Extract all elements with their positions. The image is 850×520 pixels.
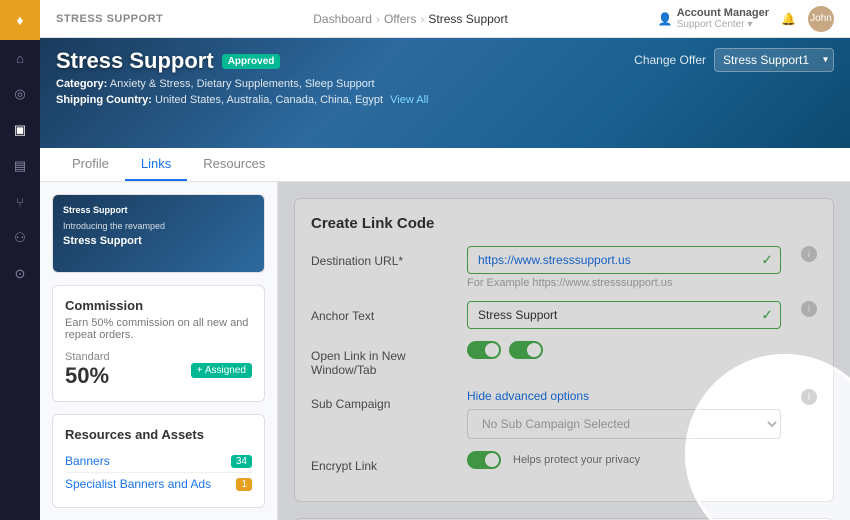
sub-campaign-info-icon[interactable]: i (801, 389, 817, 405)
sidebar-item-chart[interactable]: ▤ (0, 148, 40, 184)
hero-banner: Stress Support Approved Category: Anxiet… (40, 38, 850, 148)
change-offer-wrapper: Stress Support1 ▾ (714, 48, 834, 72)
page-title: STRESS SUPPORT (56, 13, 163, 25)
toggle-row (467, 341, 817, 359)
support-sub[interactable]: Support Center ▾ (677, 19, 769, 30)
sidebar: ♦ ⌂ ◎ ▣ ▤ ⑂ ⚇ ⊙ (0, 0, 40, 520)
preview-top: Stress Support Introducing the revamped … (53, 195, 264, 273)
check-icon: ✓ (761, 252, 773, 269)
destination-url-row: Destination URL* ✓ For Example https://w… (311, 246, 817, 289)
change-offer-label: Change Offer (634, 53, 706, 67)
sidebar-item-headset[interactable]: ⊙ (0, 256, 40, 292)
sidebar-logo[interactable]: ♦ (0, 0, 40, 40)
tab-profile[interactable]: Profile (56, 148, 125, 181)
hero-top-right: Change Offer Stress Support1 ▾ (634, 48, 834, 72)
tab-resources[interactable]: Resources (187, 148, 281, 181)
create-link-card: Create Link Code Destination URL* ✓ For … (294, 198, 834, 502)
view-all-link[interactable]: View All (390, 94, 428, 106)
breadcrumb: Dashboard › Offers › Stress Support (313, 12, 508, 26)
product-preview: Stress Support Introducing the revamped … (52, 194, 265, 273)
resource-count-banners: 34 (231, 455, 252, 468)
advanced-row: Hide advanced options (467, 389, 781, 403)
preview-intro: Introducing the revamped (63, 221, 254, 231)
breadcrumb-current: Stress Support (428, 12, 507, 26)
resource-item-banners: Banners 34 (65, 450, 252, 473)
sub-campaign-label: Sub Campaign (311, 389, 451, 411)
change-offer-select[interactable]: Stress Support1 (714, 48, 834, 72)
left-panel: Stress Support Introducing the revamped … (40, 182, 278, 520)
resource-link-specialist[interactable]: Specialist Banners and Ads (65, 477, 211, 491)
topbar-right: 👤 Account Manager Support Center ▾ 🔔 Joh… (658, 6, 834, 32)
sub-campaign-select[interactable]: No Sub Campaign Selected (467, 409, 781, 439)
breadcrumb-offers[interactable]: Offers (384, 12, 416, 26)
breadcrumb-sep1: › (376, 12, 380, 26)
topbar: STRESS SUPPORT Dashboard › Offers › Stre… (40, 0, 850, 38)
anchor-text-info-icon[interactable]: i (801, 301, 817, 317)
preview-title: Stress Support (63, 235, 254, 247)
breadcrumb-sep2: › (420, 12, 424, 26)
anchor-text-field: ✓ (467, 301, 781, 329)
advanced-link[interactable]: Hide advanced options (467, 389, 589, 403)
main-content: STRESS SUPPORT Dashboard › Offers › Stre… (40, 0, 850, 520)
open-new-window-field (467, 341, 817, 359)
approved-badge: Approved (222, 54, 281, 69)
breadcrumb-dashboard[interactable]: Dashboard (313, 12, 372, 26)
anchor-text-wrapper: ✓ (467, 301, 781, 329)
commission-title: Commission (65, 298, 252, 313)
commission-value: 50% (65, 363, 110, 389)
sub-campaign-field: Hide advanced options No Sub Campaign Se… (467, 389, 781, 439)
commission-box: Commission Earn 50% commission on all ne… (52, 285, 265, 402)
destination-url-label: Destination URL* (311, 246, 451, 268)
hero-shipping: Shipping Country: United States, Austral… (56, 94, 834, 106)
anchor-check-icon: ✓ (761, 307, 773, 324)
encrypt-label: Encrypt Link (311, 451, 451, 473)
create-link-title: Create Link Code (311, 215, 817, 232)
resource-link-banners[interactable]: Banners (65, 454, 110, 468)
encrypt-row: Encrypt Link Helps protect your privacy (311, 451, 817, 473)
sidebar-item-share[interactable]: ⑂ (0, 184, 40, 220)
destination-url-input[interactable] (467, 246, 781, 274)
open-new-window-label: Open Link in New Window/Tab (311, 341, 451, 377)
resources-box: Resources and Assets Banners 34 Speciali… (52, 414, 265, 508)
destination-url-field: ✓ For Example https://www.stresssupport.… (467, 246, 781, 289)
right-panel: Create Link Code Destination URL* ✓ For … (278, 182, 850, 520)
resource-count-specialist: 1 (236, 478, 252, 491)
tabs-bar: Profile Links Resources (40, 148, 850, 182)
anchor-text-row: Anchor Text ✓ i (311, 301, 817, 329)
sub-campaign-row: Sub Campaign Hide advanced options No Su… (311, 389, 817, 439)
sidebar-item-card[interactable]: ▣ (0, 112, 40, 148)
destination-url-info-icon[interactable]: i (801, 246, 817, 262)
commission-type: Standard 50% (65, 351, 110, 389)
encrypt-toggle[interactable] (467, 451, 501, 469)
destination-url-wrapper: ✓ (467, 246, 781, 274)
sidebar-item-home[interactable]: ⌂ (0, 40, 40, 76)
hero-title: Stress Support (56, 48, 214, 74)
assigned-badge: + Assigned (191, 363, 252, 378)
anchor-text-input[interactable] (467, 301, 781, 329)
destination-url-hint: For Example https://www.stresssupport.us (467, 277, 781, 289)
support-icon: 👤 (658, 12, 673, 26)
open-window-toggle[interactable] (467, 341, 501, 359)
sidebar-item-circle[interactable]: ◎ (0, 76, 40, 112)
sidebar-item-user[interactable]: ⚇ (0, 220, 40, 256)
bell-icon[interactable]: 🔔 (781, 12, 796, 26)
tab-links[interactable]: Links (125, 148, 187, 181)
avatar[interactable]: John (808, 6, 834, 32)
encrypt-toggle-row: Helps protect your privacy (467, 451, 817, 469)
open-new-window-row: Open Link in New Window/Tab (311, 341, 817, 377)
open-window-toggle2[interactable] (509, 341, 543, 359)
commission-row: Standard 50% + Assigned (65, 351, 252, 389)
encrypt-field: Helps protect your privacy (467, 451, 817, 469)
encrypt-hint: Helps protect your privacy (513, 454, 640, 466)
support-info: 👤 Account Manager Support Center ▾ (658, 7, 769, 30)
hero-category: Category: Anxiety & Stress, Dietary Supp… (56, 78, 834, 90)
resources-title: Resources and Assets (65, 427, 252, 442)
content-area: Stress Support Introducing the revamped … (40, 182, 850, 520)
resource-item-specialist: Specialist Banners and Ads 1 (65, 473, 252, 495)
preview-brand: Stress Support (63, 205, 254, 215)
support-label: Account Manager (677, 7, 769, 19)
sub-campaign-wrapper: No Sub Campaign Selected (467, 409, 781, 439)
anchor-text-label: Anchor Text (311, 301, 451, 323)
commission-subtitle: Earn 50% commission on all new and repea… (65, 317, 252, 341)
